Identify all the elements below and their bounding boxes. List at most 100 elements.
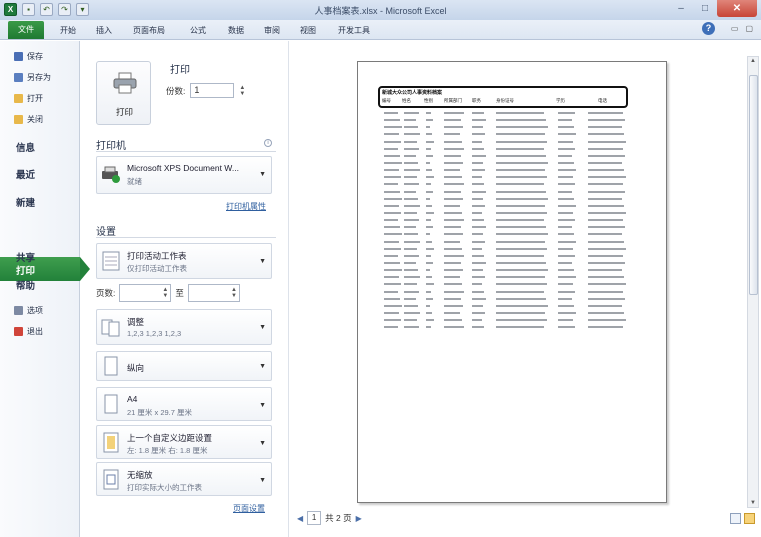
scroll-thumb[interactable] [749,75,758,295]
vertical-scrollbar[interactable]: ▲ ▼ [747,56,759,508]
print-scope-dropdown[interactable]: 打印活动工作表 仅打印活动工作表 ▼ [96,243,272,279]
tab-file[interactable]: 文件 [8,21,44,39]
show-margins-icon[interactable] [730,513,741,524]
nav-options[interactable]: 选项 [14,303,43,317]
scaling-dropdown[interactable]: 无缩放 打印实际大小的工作表 ▼ [96,462,272,496]
tab-data[interactable]: 数据 [222,23,250,39]
scroll-down-icon[interactable]: ▼ [750,500,756,506]
nav-recent[interactable]: 最近 [16,167,35,181]
table-row [382,124,627,131]
tab-developer[interactable]: 开发工具 [332,23,376,39]
table-row [382,153,627,160]
info-icon[interactable]: i [264,139,272,147]
table-row [382,303,627,310]
collate-icon [101,319,120,337]
backstage-nav: 保存 另存为 打开 关闭 信息 最近 新建 打印 共享 帮助 选项 退出 [0,41,90,537]
nav-info[interactable]: 信息 [16,140,35,154]
preview-page: 新城大众公司人事资料档案 编号 姓名 性别 所属部门 职务 身份证号 学历 电话 [357,61,667,503]
current-page-input[interactable]: 1 [307,511,322,525]
nav-save-as[interactable]: 另存为 [14,70,51,84]
nav-print[interactable]: 打印 [0,257,90,281]
pages-from-input[interactable]: ▲ ▼ [119,284,172,302]
table-row [382,317,627,324]
help-icon[interactable]: ? [702,22,715,35]
column-header: 所属部门 [444,98,462,103]
tab-page-layout[interactable]: 页面布局 [127,23,171,39]
pages-from-spinner[interactable]: ▲ ▼ [162,287,168,299]
copies-input[interactable]: 1 [190,83,235,98]
table-row [382,253,627,260]
nav-share[interactable]: 共享 [16,250,35,264]
collate-dropdown[interactable]: 调整 1,2,3 1,2,3 1,2,3 ▼ [96,309,272,345]
pages-label: 页数: [96,288,116,298]
table-row [382,146,627,153]
printer-properties-link[interactable]: 打印机属性 [226,201,266,212]
close-button[interactable]: ✕ [717,0,757,17]
page-setup-link[interactable]: 页面设置 [233,503,265,514]
column-header: 学历 [556,98,565,103]
ribbon-minimize-icon[interactable]: ▭ [731,24,739,33]
prev-page-icon[interactable]: ◀ [297,514,303,523]
zoom-to-page-icon[interactable] [744,513,755,524]
table-row [382,217,627,224]
print-settings-pane: 打印 打印 份数: 1 ▲ ▼ 打印机 i Microsoft XPS Docum… [86,41,282,537]
copies-control: 份数: 1 ▲ ▼ [166,83,245,98]
table-row [382,260,627,267]
pages-to-spinner[interactable]: ▲ ▼ [231,287,237,299]
ribbon-tabs: 文件 开始 插入 页面布局 公式 数据 审阅 视图 开发工具 [0,20,761,40]
chevron-down-icon: ▼ [259,402,266,409]
save-icon [14,51,23,61]
chevron-down-icon: ▼ [259,440,266,447]
pages-to-input[interactable]: ▲ ▼ [187,284,240,302]
divider [96,151,276,152]
print-button[interactable]: 打印 [96,61,151,125]
title-bar: X ▪ ↶ ↷ ▾ 人事档案表.xlsx - Microsoft Excel –… [0,0,761,20]
printer-name: Microsoft XPS Document W... [127,163,239,173]
total-pages: 共 2 页 [325,513,352,523]
paper-size-dropdown[interactable]: A4 21 厘米 x 29.7 厘米 ▼ [96,387,272,421]
column-header: 姓名 [402,98,411,103]
margins-dropdown[interactable]: 上一个自定义边距设置 左: 1.8 厘米 右: 1.8 厘米 ▼ [96,425,272,459]
table-row [382,267,627,274]
column-header: 编号 [382,98,391,103]
table-rows [382,110,627,331]
table-row [382,167,627,174]
scroll-up-icon[interactable]: ▲ [750,58,756,64]
printer-dropdown[interactable]: Microsoft XPS Document W... 就绪 ▼ [96,156,272,194]
print-preview: 新城大众公司人事资料档案 编号 姓名 性别 所属部门 职务 身份证号 学历 电话… [288,41,761,537]
printer-icon [113,72,137,94]
tab-insert[interactable]: 插入 [90,23,118,39]
divider [96,237,276,238]
column-header: 性别 [424,98,433,103]
table-row [382,281,627,288]
tab-formulas[interactable]: 公式 [184,23,212,39]
nav-exit[interactable]: 退出 [14,324,43,338]
table-row [382,139,627,146]
nav-help[interactable]: 帮助 [16,278,35,292]
tab-view[interactable]: 视图 [294,23,322,39]
orientation-dropdown[interactable]: 纵向 ▼ [96,351,272,381]
scaling-icon [103,469,119,490]
tab-home[interactable]: 开始 [54,23,82,39]
tab-review[interactable]: 审阅 [258,23,286,39]
ribbon-window-controls: ▭ ▢ [731,24,753,33]
minimize-button[interactable]: – [669,0,693,17]
nav-close[interactable]: 关闭 [14,112,43,126]
exit-icon [14,326,23,336]
table-row [382,274,627,281]
table-row [382,239,627,246]
copies-spinner[interactable]: ▲ ▼ [239,85,245,97]
close-folder-icon [14,114,23,124]
nav-open[interactable]: 打开 [14,91,43,105]
window-controls: – □ ✕ [669,0,757,17]
maximize-button[interactable]: □ [693,0,717,17]
ribbon-restore-icon[interactable]: ▢ [745,24,753,33]
chevron-down-icon: ▼ [259,258,266,265]
column-header: 身份证号 [496,98,514,103]
nav-save[interactable]: 保存 [14,49,43,63]
nav-new[interactable]: 新建 [16,195,35,209]
options-icon [14,305,23,315]
printer-device-icon [102,166,120,183]
table-row [382,160,627,167]
next-page-icon[interactable]: ▶ [356,514,362,523]
